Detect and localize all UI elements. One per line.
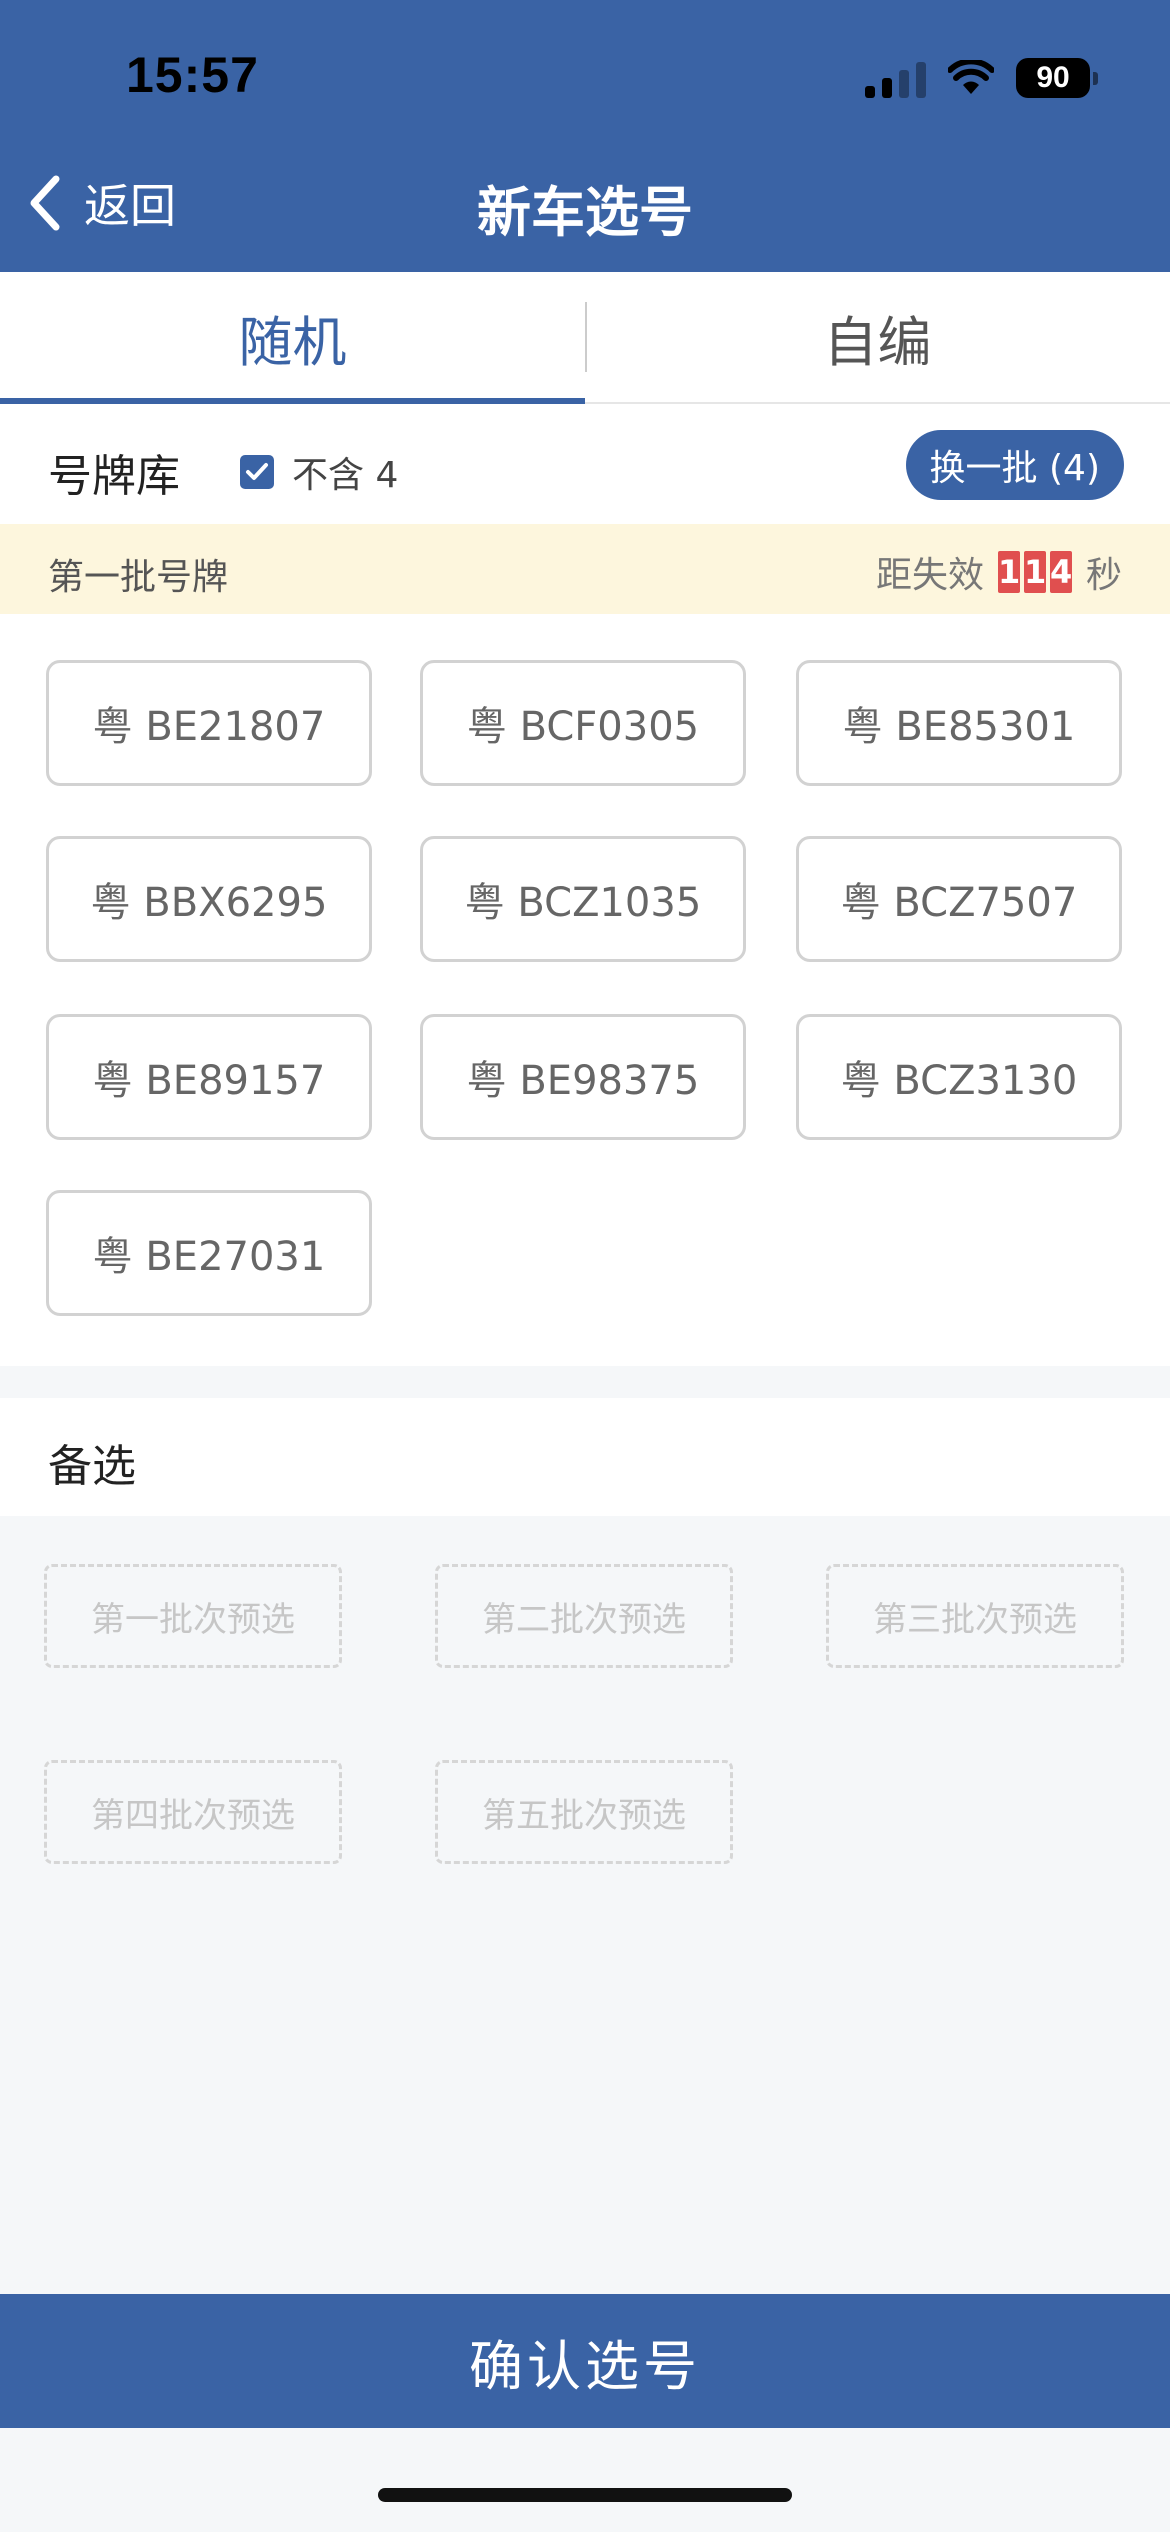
plate-option[interactable]: 粤 BE98375 <box>420 1014 746 1140</box>
countdown-suffix: 秒 <box>1085 555 1122 596</box>
tab-random[interactable]: 随机 <box>0 272 585 404</box>
tab-custom[interactable]: 自编 <box>585 272 1170 402</box>
plate-option[interactable]: 粤 BCZ3130 <box>796 1014 1122 1140</box>
batch-title: 第一批号牌 <box>48 557 229 598</box>
plate-option[interactable]: 粤 BE27031 <box>46 1190 372 1316</box>
home-indicator <box>378 2488 792 2502</box>
alternate-slot[interactable]: 第三批次预选 <box>826 1564 1124 1668</box>
plate-library-bar: 号牌库 不含 4 换一批 (4) <box>0 404 1170 524</box>
countdown-digit: 1 <box>997 551 1021 593</box>
alternates-header: 备选 <box>0 1398 1170 1516</box>
expiry-countdown: 距失效 1 1 4 秒 <box>876 546 1122 598</box>
tab-divider <box>585 302 587 372</box>
exclude-four-label: 不含 4 <box>292 455 399 496</box>
alternates-title: 备选 <box>48 1441 136 1492</box>
plate-option[interactable]: 粤 BCZ7507 <box>796 836 1122 962</box>
alternate-slot[interactable]: 第四批次预选 <box>44 1760 342 1864</box>
plate-option[interactable]: 粤 BCF0305 <box>420 660 746 786</box>
batch-info-bar: 第一批号牌 距失效 1 1 4 秒 <box>0 524 1170 614</box>
status-time: 15:57 <box>126 47 259 103</box>
alternate-slot[interactable]: 第二批次预选 <box>435 1564 733 1668</box>
countdown-prefix: 距失效 <box>875 555 984 596</box>
alternate-slot[interactable]: 第五批次预选 <box>435 1760 733 1864</box>
alternate-slot[interactable]: 第一批次预选 <box>44 1564 342 1668</box>
battery-icon: 90 <box>1016 58 1098 98</box>
app-header: 15:57 90 返回 新车选号 <box>0 0 1170 272</box>
checkbox-box[interactable] <box>240 455 274 489</box>
refresh-batch-button[interactable]: 换一批 (4) <box>905 430 1124 500</box>
plate-option[interactable]: 粤 BBX6295 <box>46 836 372 962</box>
exclude-four-checkbox[interactable]: 不含 4 <box>240 446 398 498</box>
plate-option[interactable]: 粤 BCZ1035 <box>420 836 746 962</box>
status-icons: 90 <box>865 56 1098 100</box>
wifi-icon <box>948 60 994 94</box>
plate-option[interactable]: 粤 BE21807 <box>46 660 372 786</box>
countdown-digit: 4 <box>1049 551 1073 593</box>
plate-option[interactable]: 粤 BE89157 <box>46 1014 372 1140</box>
confirm-selection-button[interactable]: 确认选号 <box>0 2294 1170 2428</box>
library-title: 号牌库 <box>48 451 180 502</box>
checkmark-icon <box>246 463 268 480</box>
plate-grid: 粤 BE21807 粤 BCF0305 粤 BE85301 粤 BBX6295 … <box>0 614 1170 1366</box>
countdown-digit: 1 <box>1023 551 1047 593</box>
cellular-signal-icon <box>865 58 926 98</box>
page-title: 新车选号 <box>477 181 693 244</box>
plate-option[interactable]: 粤 BE85301 <box>796 660 1122 786</box>
